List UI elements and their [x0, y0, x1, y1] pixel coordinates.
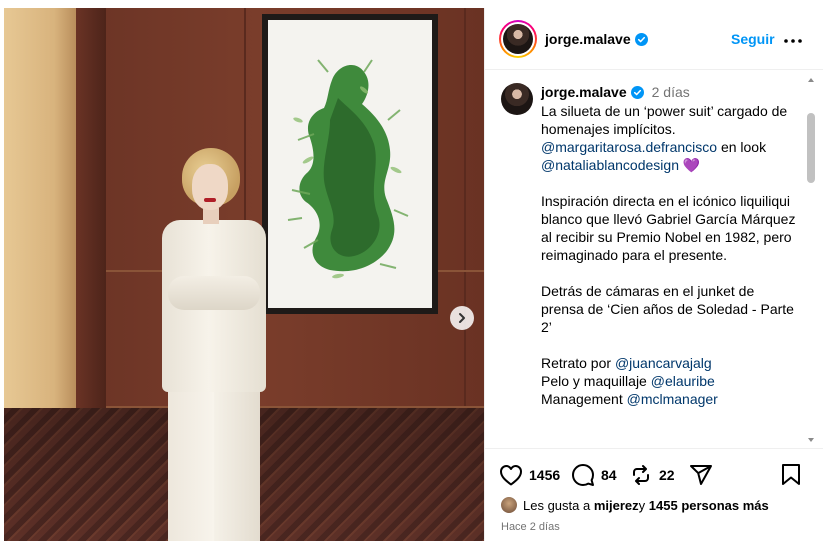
more-options-button[interactable]	[783, 30, 803, 46]
mention-link[interactable]: @elauribe	[651, 373, 715, 389]
caption-time[interactable]: 2 días	[652, 84, 690, 100]
caption-credits: Retrato por @juancarvajalg Pelo y maquil…	[541, 354, 799, 408]
comment-icon	[572, 464, 594, 486]
face	[192, 164, 228, 210]
repost-button[interactable]	[629, 463, 653, 487]
caption-text: La silueta de un ‘power suit’ cargado de…	[541, 102, 799, 426]
post-header: jorge.malave Seguir	[485, 8, 823, 70]
follow-button[interactable]: Seguir	[731, 31, 775, 47]
scroll-down-arrow[interactable]	[808, 438, 814, 442]
liked-by-others[interactable]: 1455 personas más	[649, 498, 769, 513]
neck	[203, 208, 219, 224]
reposts-count[interactable]: 22	[659, 467, 675, 483]
avatar-border	[501, 22, 535, 56]
comments-count[interactable]: 84	[601, 467, 617, 483]
verified-badge-icon	[634, 33, 648, 46]
save-button[interactable]	[779, 463, 803, 487]
liked-by-prefix: Les gusta a	[523, 497, 591, 513]
caption-paragraph-3: Detrás de cámaras en el junket de prensa…	[541, 283, 794, 335]
header-username[interactable]: jorge.malave	[545, 31, 648, 47]
avatar	[503, 24, 533, 54]
wall-left	[4, 8, 76, 408]
post-time-ago[interactable]: Hace 2 días	[501, 521, 560, 533]
credit-label: Pelo y maquillaje	[541, 373, 651, 389]
save-icon	[782, 464, 800, 485]
heart-icon	[500, 465, 522, 486]
mention-link[interactable]: @mclmanager	[627, 391, 718, 407]
post-actions: 1456 84 22 Les gusta a mijerez y 1455 pe…	[485, 448, 823, 541]
caption-username[interactable]: jorge.malave	[541, 84, 627, 100]
liker-avatar[interactable]	[501, 497, 517, 513]
credit-label: Retrato por	[541, 355, 615, 371]
woman-in-white-suit	[154, 148, 274, 541]
repost-action: 22	[629, 463, 675, 487]
post-side-panel: jorge.malave Seguir jorge.malave 2 días L…	[484, 8, 823, 541]
scroll-up-arrow[interactable]	[808, 78, 814, 82]
next-image-button[interactable]	[450, 306, 474, 330]
red-lips	[204, 198, 216, 202]
mention-link[interactable]: @nataliablancodesign	[541, 157, 679, 173]
mention-link[interactable]: @margaritarosa.defrancisco	[541, 139, 717, 155]
panel-divider	[464, 8, 466, 438]
caption-header: jorge.malave 2 días	[541, 84, 690, 100]
repost-icon	[633, 465, 649, 485]
header-username-text[interactable]: jorge.malave	[545, 31, 631, 47]
comment-action: 84	[571, 463, 617, 487]
like-action: 1456	[499, 463, 560, 487]
liked-by-summary: Les gusta a mijerez y 1455 personas más	[501, 497, 769, 513]
credit-label: Management	[541, 391, 627, 407]
likes-count[interactable]: 1456	[529, 467, 560, 483]
post-media[interactable]	[4, 8, 484, 541]
share-icon	[690, 465, 712, 485]
share-action	[689, 463, 713, 487]
caption-paragraph-1: La silueta de un ‘power suit’ cargado de…	[541, 102, 799, 174]
trousers-right	[214, 388, 260, 541]
liked-by-connector: y	[638, 497, 646, 513]
caption-area[interactable]: jorge.malave 2 días La silueta de un ‘pow…	[485, 71, 823, 446]
caption-avatar[interactable]	[501, 83, 533, 115]
purple-heart-emoji: 💜	[682, 157, 701, 173]
mention-link[interactable]: @juancarvajalg	[615, 355, 712, 371]
caption-paragraph-2: Inspiración directa en el icónico liquil…	[541, 193, 796, 263]
framed-artwork	[262, 14, 438, 314]
comment-button[interactable]	[571, 463, 595, 487]
caption-line-1: La silueta de un ‘power suit’ cargado de…	[541, 103, 788, 137]
story-ring-avatar[interactable]	[499, 20, 537, 58]
wall-pillar	[76, 8, 106, 438]
next-arrow-icon	[459, 313, 465, 323]
caption-text-fragment: en look	[717, 139, 767, 155]
more-icon	[784, 38, 802, 43]
share-button[interactable]	[689, 463, 713, 487]
trousers-left	[168, 388, 214, 541]
artwork-canvas	[268, 20, 432, 308]
save-action	[779, 463, 803, 487]
liked-by-user[interactable]: mijerez	[594, 498, 639, 513]
caption-scrollbar[interactable]	[807, 113, 815, 183]
like-button[interactable]	[499, 463, 523, 487]
leaf-silhouette	[287, 59, 409, 279]
verified-badge-icon	[630, 86, 644, 99]
crossed-arms	[168, 276, 260, 310]
